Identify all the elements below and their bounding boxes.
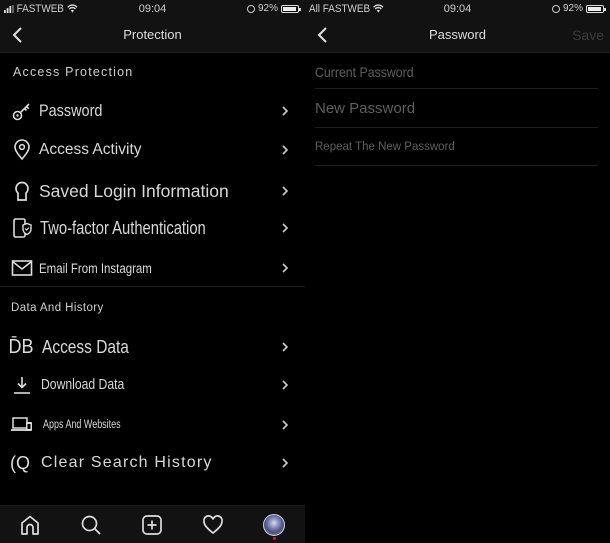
download-icon (10, 373, 34, 397)
carrier-group: FASTWEB (4, 2, 78, 15)
current-password-field[interactable] (315, 55, 598, 89)
chevron-right-icon (282, 106, 289, 116)
carrier-name: FASTWEB (16, 2, 64, 15)
phone-shield-icon (10, 216, 34, 240)
avatar-icon (263, 514, 285, 540)
battery-percent: 92% (562, 3, 583, 14)
chevron-right-icon (282, 380, 289, 390)
signal-icon (4, 4, 14, 13)
page-title: Password (428, 27, 487, 42)
nav-bar: Password Save (305, 17, 610, 53)
list-item-label: Two-factor Authentication (40, 217, 206, 238)
chevron-right-icon (282, 145, 289, 155)
list-item-label: Email From Instagram (39, 260, 152, 276)
status-time: 09:04 (443, 2, 472, 15)
save-button[interactable]: Save (572, 27, 604, 43)
list-item-email-from-instagram[interactable]: Email From Instagram (0, 253, 305, 283)
wifi-icon (66, 4, 78, 13)
battery-icon (586, 4, 606, 13)
list-item-saved-login-information[interactable]: Saved Login Information (0, 176, 305, 206)
status-right: 92% (551, 3, 606, 14)
list-item-label: Password (39, 101, 103, 120)
tab-profile[interactable] (262, 513, 286, 540)
back-chevron-icon[interactable] (315, 25, 331, 45)
status-right: 92% (246, 3, 301, 14)
list-item-label: Apps And Websites (43, 419, 121, 431)
chevron-right-icon (282, 342, 289, 352)
tab-bar (0, 505, 305, 543)
chevron-right-icon (282, 223, 289, 233)
list-item-clear-search-history[interactable]: (Q Clear Search History (0, 448, 305, 478)
tab-search[interactable] (79, 513, 103, 537)
wifi-icon (373, 4, 384, 13)
new-password-field[interactable] (315, 89, 598, 128)
tab-activity[interactable] (201, 513, 225, 537)
list-item-password[interactable]: Password (0, 96, 305, 126)
carrier-name: All FASTWEB (309, 2, 371, 15)
list-item-download-data[interactable]: Download Data (0, 370, 305, 400)
heart-icon (203, 515, 223, 535)
chevron-right-icon (282, 458, 289, 468)
keyhole-icon (10, 179, 34, 203)
password-screen: All FASTWEB 09:04 92% Password Save (305, 0, 610, 543)
list-item-two-factor-authentication[interactable]: Two-factor Authentication (0, 213, 305, 243)
list-item-label: Clear Search History (41, 454, 213, 471)
rotation-lock-icon (551, 4, 560, 13)
chevron-right-icon (282, 186, 289, 196)
chevron-right-icon (282, 420, 289, 430)
new-password-input[interactable] (315, 99, 598, 117)
protection-screen: FASTWEB 09:04 92% Protection Access Prot… (0, 0, 305, 543)
plus-square-icon (142, 515, 162, 535)
battery-icon (281, 4, 301, 13)
tab-home[interactable] (18, 513, 42, 537)
list-item-apps-and-websites[interactable]: Apps And Websites (0, 410, 305, 440)
list-item-label: Download Data (41, 377, 125, 393)
chevron-right-icon (282, 263, 289, 273)
current-password-input[interactable] (315, 63, 565, 80)
carrier-group: All FASTWEB (309, 3, 384, 15)
section-title-access-protection: Access Protection (13, 65, 134, 79)
location-pin-icon (10, 138, 34, 162)
list-item-label: Saved Login Information (39, 180, 229, 201)
battery-percent: 92% (257, 3, 278, 14)
search-icon (81, 515, 101, 535)
section-title-data-and-history: Data And History (11, 302, 104, 314)
search-history-icon: (Q (10, 452, 30, 473)
rotation-lock-icon (246, 4, 255, 13)
list-item-label: Access Activity (39, 141, 142, 158)
repeat-password-input[interactable] (315, 140, 598, 153)
back-chevron-icon[interactable] (10, 25, 26, 45)
nav-bar: Protection (0, 17, 305, 53)
envelope-icon (10, 256, 34, 280)
home-icon (21, 515, 39, 535)
devices-icon (10, 413, 34, 437)
repeat-password-field[interactable] (315, 128, 598, 166)
section-divider (0, 286, 305, 287)
list-item-label: Access Data (42, 336, 129, 357)
list-item-access-activity[interactable]: Access Activity (0, 135, 305, 165)
list-item-access-data[interactable]: D̄B Access Data (0, 332, 305, 362)
tab-new-post[interactable] (140, 513, 164, 537)
key-icon (10, 99, 34, 123)
status-time: 09:04 (138, 2, 167, 15)
status-bar: All FASTWEB 09:04 92% (305, 0, 610, 17)
database-icon: D̄B (8, 335, 34, 358)
status-bar: FASTWEB 09:04 92% (0, 0, 305, 17)
page-title: Protection (123, 27, 182, 42)
